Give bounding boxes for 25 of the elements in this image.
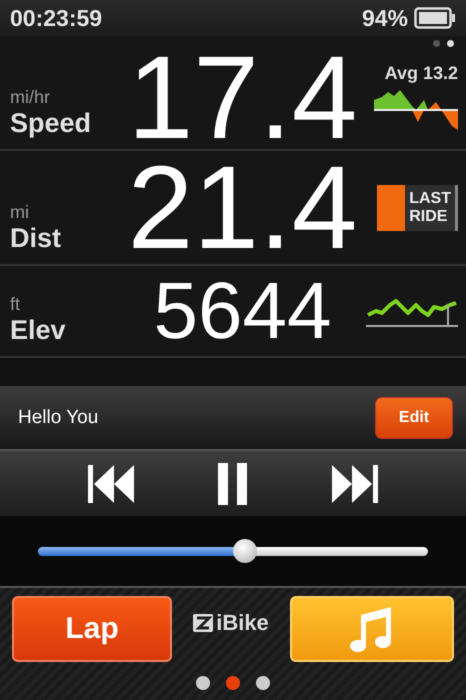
lap-button[interactable]: Lap [12,596,172,662]
page-dot[interactable] [256,676,270,690]
logo-icon [193,614,214,632]
unit-label: mi [10,202,30,223]
metric-name: Speed [10,108,92,139]
page-dot[interactable] [226,676,240,690]
page-dot[interactable] [433,40,440,47]
song-title: Hello You [18,406,98,428]
average-label: Avg 13.2 [384,63,458,84]
battery-percent: 94% [362,4,408,32]
next-track-icon[interactable] [332,462,378,504]
metric-name: Elev [10,315,67,346]
metric-value: 5644 [152,271,332,351]
previous-track-icon[interactable] [88,462,134,504]
unit-label: mi/hr [10,87,51,108]
page-dot[interactable] [196,676,210,690]
logo-text: iBike [216,610,269,636]
clock-time: 00:23:59 [10,4,102,32]
metric-name: Dist [10,223,62,254]
battery-icon [414,7,456,29]
unit-label: ft [10,294,22,315]
edit-button[interactable]: Edit [375,396,453,438]
last-ride-badge[interactable]: LAST RIDE [377,184,458,230]
page-dot[interactable] [447,40,454,47]
pause-icon[interactable] [218,462,248,504]
